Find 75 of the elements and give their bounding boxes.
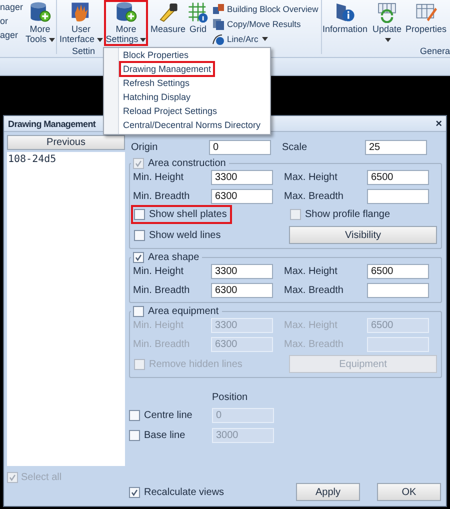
- checkbox-label: Show shell plates: [149, 209, 227, 220]
- ribbon-small-button[interactable]: Line/Arc: [212, 32, 268, 45]
- grid-info-icon: [187, 1, 210, 23]
- ribbon-label: ager: [0, 30, 20, 41]
- input-field[interactable]: 0: [209, 140, 271, 155]
- field-label: Max. Height: [284, 172, 338, 183]
- database-plus-icon: [115, 1, 138, 23]
- input-field[interactable]: 6300: [211, 283, 273, 298]
- information-icon: [334, 1, 356, 23]
- ribbon-button[interactable]: More Tools: [25, 0, 56, 46]
- window-title: Drawing Management: [8, 118, 96, 128]
- input-field[interactable]: [367, 283, 429, 298]
- field-label: Max. Breadth: [284, 191, 344, 202]
- ribbon-button[interactable]: More Settings: [104, 0, 148, 46]
- arc-info-icon: [212, 32, 226, 44]
- section-label: Position: [212, 392, 249, 403]
- properties-icon: [415, 1, 438, 23]
- input-field[interactable]: 25: [365, 140, 427, 155]
- ribbon-label: or: [0, 16, 10, 27]
- field-label: Min. Height: [133, 172, 185, 183]
- ribbon-button[interactable]: Grid: [186, 0, 210, 46]
- list-item[interactable]: 108-24d5: [8, 154, 56, 165]
- field-label: Min. Breadth: [133, 285, 191, 296]
- tape-measure-icon: [157, 1, 180, 23]
- checkbox[interactable]: [129, 410, 140, 421]
- checkbox-label: Centre line: [144, 410, 192, 421]
- group-label: Genera: [420, 46, 450, 57]
- checkbox-label: Base line: [144, 430, 186, 441]
- input-field[interactable]: 6500: [367, 264, 429, 279]
- checkbox[interactable]: [133, 306, 144, 317]
- ribbon-button[interactable]: Information: [323, 0, 368, 46]
- menu-item[interactable]: Hatching Display: [121, 91, 193, 103]
- checkbox[interactable]: [129, 430, 140, 441]
- ok-button[interactable]: OK: [377, 483, 441, 501]
- menu-item[interactable]: Refresh Settings: [121, 77, 192, 89]
- field-label: Min. Height: [133, 266, 185, 277]
- field-label: Origin: [131, 142, 159, 153]
- menu-item[interactable]: Central/Decentral Norms Directory: [121, 119, 263, 131]
- update-icon: [376, 1, 398, 23]
- menu-item[interactable]: Reload Project Settings: [121, 105, 220, 117]
- group-label: Settin: [72, 46, 96, 57]
- ribbon-small-button[interactable]: Copy/Move Results: [212, 17, 301, 30]
- ribbon-button[interactable]: Measure: [150, 0, 186, 46]
- apply-button[interactable]: Apply: [296, 483, 360, 501]
- ribbon-label: nager: [0, 2, 24, 13]
- checkbox-label: Select all: [21, 472, 62, 483]
- blocks-icon: [212, 2, 226, 14]
- ribbon-button[interactable]: Properties: [405, 0, 448, 46]
- checkbox-label: Remove hidden lines: [149, 358, 242, 370]
- ribbon-small-button[interactable]: Building Block Overview: [212, 2, 318, 15]
- copy-icon: [212, 18, 226, 30]
- checkbox-label: Show weld lines: [149, 230, 221, 240]
- field-label: Max. Height: [284, 266, 338, 277]
- previous-button[interactable]: Previous: [7, 135, 125, 150]
- field-label: Max. Breadth: [284, 285, 344, 296]
- ribbon-button[interactable]: User Interface: [58, 0, 104, 46]
- group-title: Area shape: [148, 252, 200, 263]
- field-label: Max. Height: [284, 320, 338, 331]
- close-button[interactable]: ×: [436, 118, 442, 130]
- group-title: Area construction: [148, 158, 226, 169]
- menu-item[interactable]: Block Properties: [121, 49, 191, 61]
- field-label: Scale: [282, 142, 308, 153]
- checkbox-label: Show profile flange: [305, 209, 390, 220]
- field-label: Min. Height: [133, 320, 185, 331]
- field-label: Max. Breadth: [284, 339, 344, 350]
- field-label: Min. Breadth: [133, 339, 191, 350]
- checkbox[interactable]: [129, 486, 140, 498]
- input-field[interactable]: 3300: [211, 264, 273, 279]
- ribbon-button[interactable]: Update: [370, 0, 404, 46]
- menu-item[interactable]: Drawing Management: [121, 63, 214, 75]
- checkbox[interactable]: [133, 252, 144, 263]
- checkbox-label: Recalculate views: [144, 486, 224, 498]
- group-title: Area equipment: [148, 306, 219, 317]
- database-plus-icon: [29, 1, 52, 23]
- field-label: Min. Breadth: [133, 191, 191, 202]
